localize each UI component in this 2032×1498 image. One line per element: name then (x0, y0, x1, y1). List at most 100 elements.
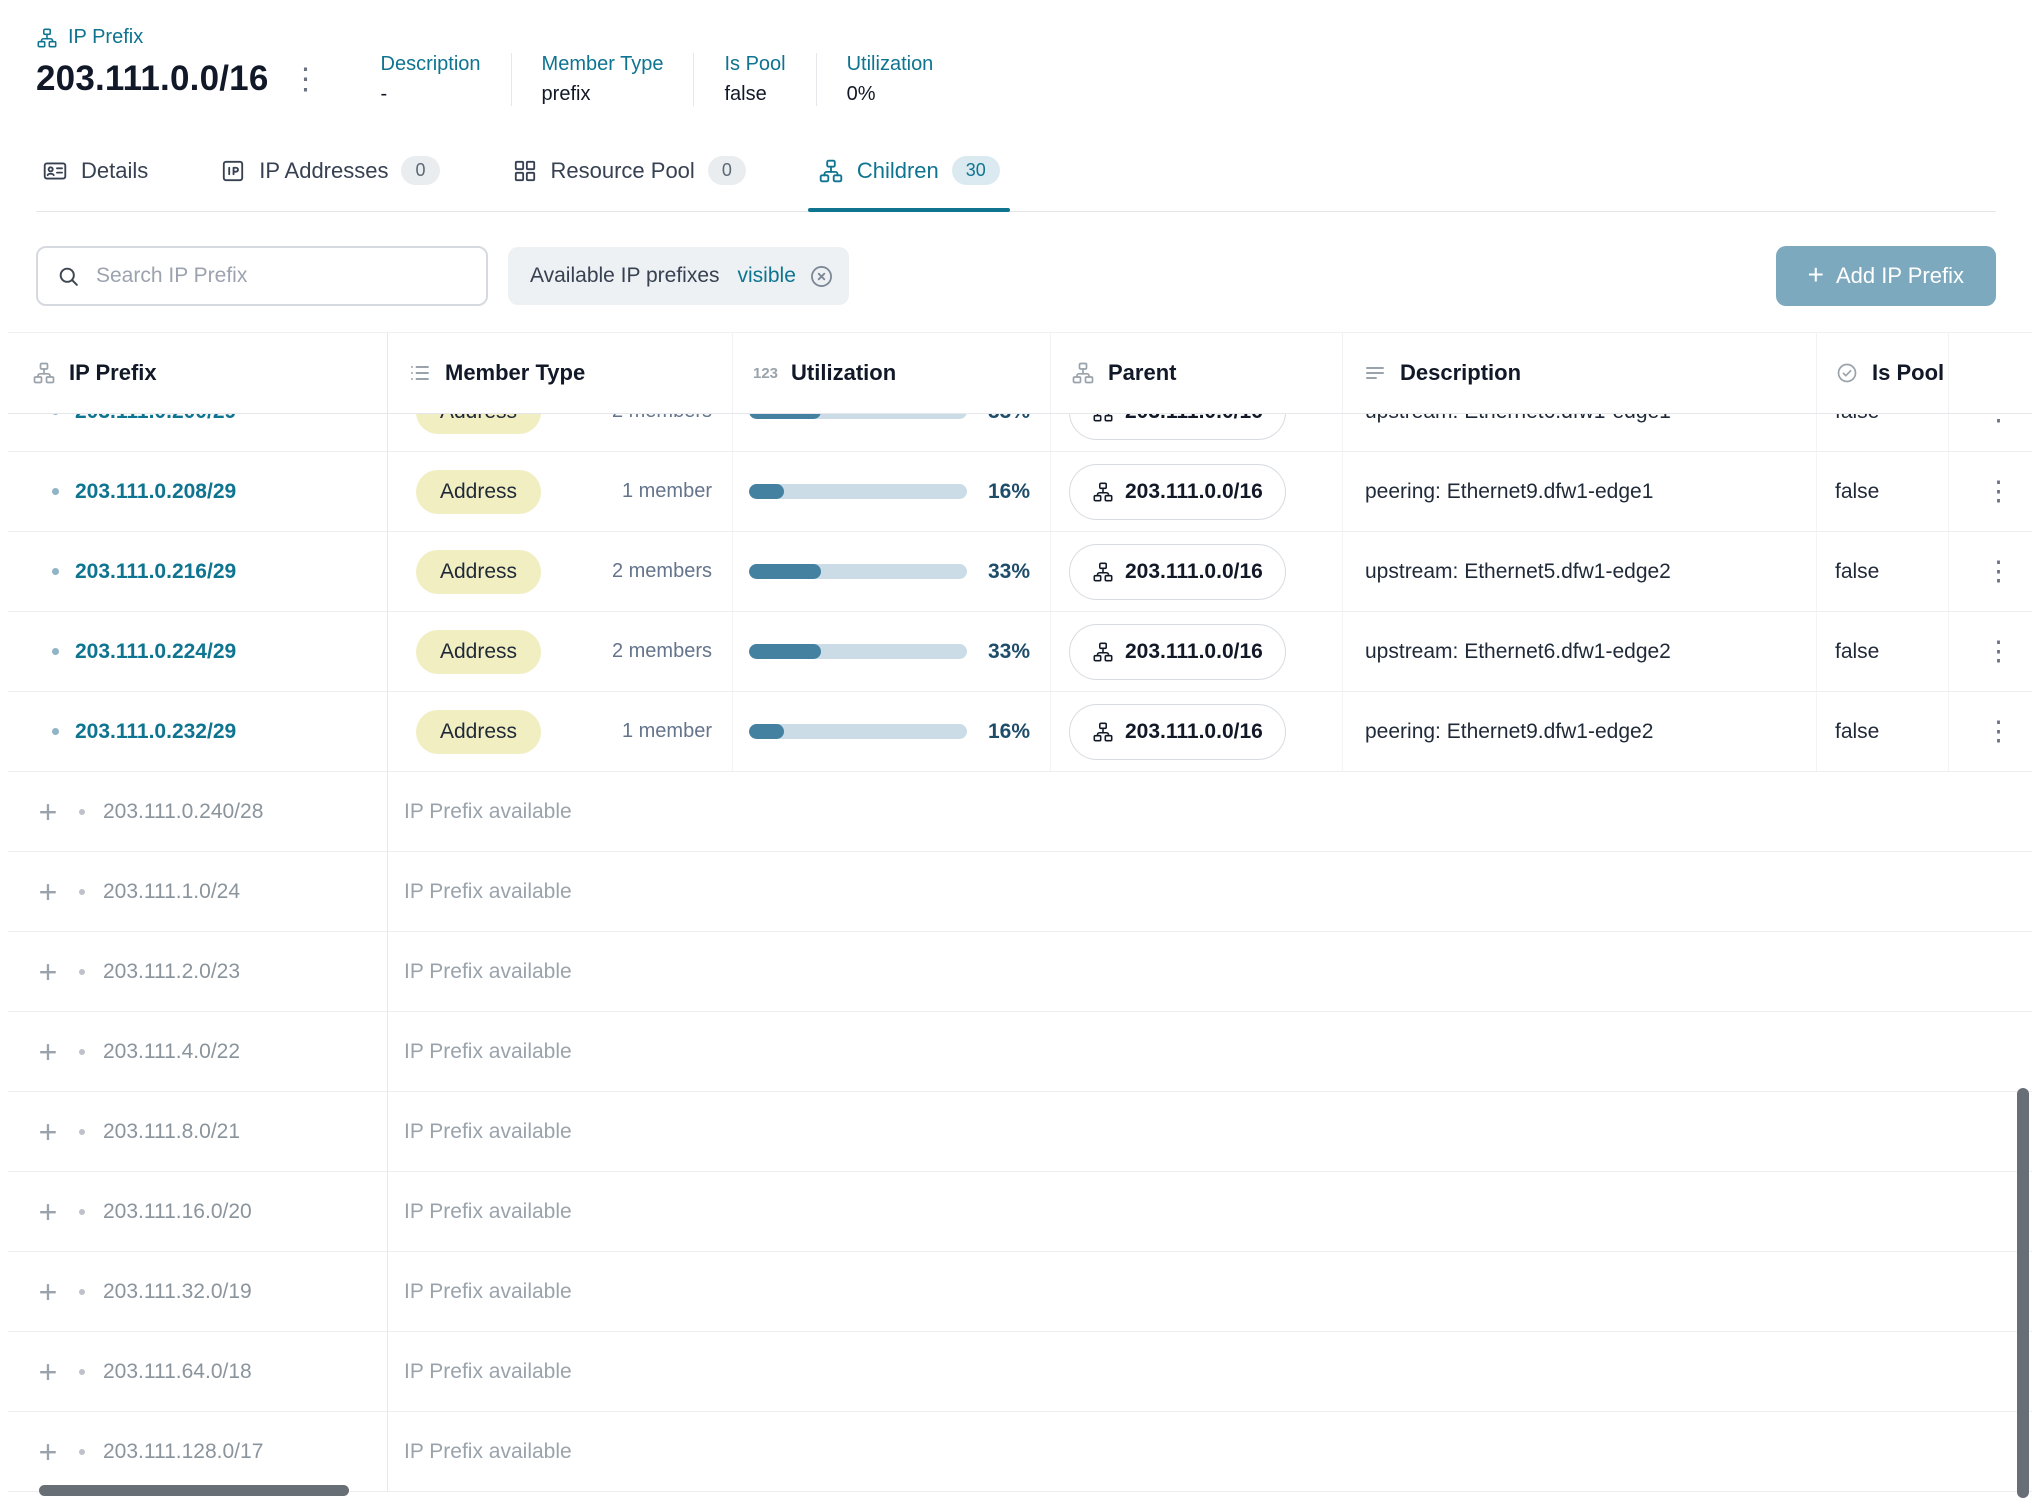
column-label: Is Pool (1872, 360, 1944, 386)
expand-plus-icon[interactable]: + (35, 1436, 61, 1468)
expand-plus-icon[interactable]: + (35, 1116, 61, 1148)
prefix-link[interactable]: 203.111.0.208/29 (75, 480, 236, 504)
tab-children[interactable]: Children 30 (814, 136, 1004, 211)
column-header-ip-prefix[interactable]: IP Prefix (8, 333, 388, 413)
add-ip-prefix-button[interactable]: + Add IP Prefix (1776, 246, 1996, 306)
ip-prefix-cell: 203.111.0.200/29 (8, 414, 388, 451)
column-header-description[interactable]: Description (1343, 333, 1817, 413)
parent-chip[interactable]: 203.111.0.0/16 (1069, 464, 1286, 520)
prefix-link[interactable]: 203.111.0.200/29 (75, 414, 236, 424)
utilization-bar (749, 644, 967, 659)
parent-link: 203.111.0.0/16 (1125, 640, 1263, 664)
search-box[interactable] (36, 246, 488, 306)
row-bullet (52, 648, 59, 655)
column-header-member-type[interactable]: Member Type (388, 333, 733, 413)
expand-plus-icon[interactable]: + (35, 1196, 61, 1228)
table-row: 203.111.0.208/29 Address 1 member 16% 20… (8, 452, 2032, 532)
column-header-is-pool[interactable]: Is Pool (1817, 333, 1949, 413)
tab-ip-addresses[interactable]: IP Addresses 0 (216, 136, 443, 211)
row-menu-button[interactable]: ⋮ (1979, 414, 2018, 431)
row-bullet (79, 969, 85, 975)
expand-plus-icon[interactable]: + (35, 796, 61, 828)
tab-count-badge: 0 (401, 156, 439, 185)
description-cell: peering: Ethernet9.dfw1-edge1 (1343, 452, 1817, 531)
is-pool-cell: false (1817, 692, 1949, 771)
available-label: IP Prefix available (404, 1040, 572, 1064)
available-label-cell: IP Prefix available (388, 932, 2032, 1011)
utilization-cell: 16% (733, 452, 1051, 531)
row-menu-button[interactable]: ⋮ (1979, 712, 2018, 751)
title-menu-button[interactable]: ⋮ (291, 65, 321, 95)
expand-plus-icon[interactable]: + (35, 1276, 61, 1308)
available-prefix: 203.111.2.0/23 (103, 960, 240, 984)
expand-plus-icon[interactable]: + (35, 1356, 61, 1388)
search-input[interactable] (94, 263, 468, 289)
expand-plus-icon[interactable]: + (35, 1036, 61, 1068)
utilization-bar-fill (749, 564, 821, 579)
row-menu-button[interactable]: ⋮ (1979, 632, 2018, 671)
ip-prefix-cell: + 203.111.16.0/20 (8, 1172, 388, 1251)
table-row: 203.111.0.200/29 Address 2 members 33% 2… (8, 414, 2032, 452)
available-prefix-row: + 203.111.4.0/22 IP Prefix available (8, 1012, 2032, 1092)
parent-chip[interactable]: 203.111.0.0/16 (1069, 414, 1286, 440)
available-prefix-row: + 203.111.8.0/21 IP Prefix available (8, 1092, 2032, 1172)
ip-prefix-cell: + 203.111.128.0/17 (8, 1412, 388, 1491)
row-bullet (52, 568, 59, 575)
filter-value: visible (738, 264, 796, 288)
is-pool-cell: false (1817, 612, 1949, 691)
utilization-cell: 16% (733, 692, 1051, 771)
tab-details[interactable]: Details (38, 136, 152, 211)
is-pool-cell: false (1817, 414, 1949, 451)
column-header-utilization[interactable]: 123 Utilization (733, 333, 1051, 413)
meta-utilization: Utilization 0% (816, 53, 964, 106)
available-label: IP Prefix available (404, 960, 572, 984)
meta-value: 0% (847, 83, 934, 106)
available-label: IP Prefix available (404, 880, 572, 904)
remove-filter-button[interactable] (808, 263, 835, 290)
expand-plus-icon[interactable]: + (35, 956, 61, 988)
vertical-scrollbar-thumb[interactable] (2017, 1088, 2029, 1498)
details-icon (42, 158, 68, 184)
expand-plus-icon[interactable]: + (35, 876, 61, 908)
column-header-parent[interactable]: Parent (1051, 333, 1343, 413)
parent-chip[interactable]: 203.111.0.0/16 (1069, 704, 1286, 760)
row-menu-button[interactable]: ⋮ (1979, 552, 2018, 591)
member-type-cell: Address 1 member (388, 452, 733, 531)
title-row: 203.111.0.0/16 ⋮ Description - Member Ty… (36, 59, 1996, 106)
meta-value: false (724, 83, 785, 106)
ip-prefix-cell: + 203.111.4.0/22 (8, 1012, 388, 1091)
available-label-cell: IP Prefix available (388, 1412, 2032, 1491)
actions-cell: ⋮ (1949, 532, 2032, 611)
prefix-link[interactable]: 203.111.0.216/29 (75, 560, 236, 584)
meta-description: Description - (351, 53, 511, 106)
parent-chip[interactable]: 203.111.0.0/16 (1069, 624, 1286, 680)
member-type-cell: Address 2 members (388, 612, 733, 691)
parent-chip[interactable]: 203.111.0.0/16 (1069, 544, 1286, 600)
parent-link: 203.111.0.0/16 (1125, 480, 1263, 504)
number-123-icon: 123 (753, 365, 778, 382)
plus-icon: + (1808, 261, 1824, 289)
prefix-link[interactable]: 203.111.0.224/29 (75, 640, 236, 664)
available-label: IP Prefix available (404, 1360, 572, 1384)
ip-prefix-cell: + 203.111.2.0/23 (8, 932, 388, 1011)
ip-prefix-cell: 203.111.0.232/29 (8, 692, 388, 771)
parent-cell: 203.111.0.0/16 (1051, 612, 1343, 691)
is-pool-value: false (1835, 720, 1879, 744)
tab-resource-pool[interactable]: Resource Pool 0 (508, 136, 750, 211)
description-text: peering: Ethernet9.dfw1-edge2 (1365, 720, 1653, 744)
ip-prefix-cell: + 203.111.0.240/28 (8, 772, 388, 851)
is-pool-value: false (1835, 560, 1879, 584)
utilization-bar-fill (749, 484, 784, 499)
row-menu-button[interactable]: ⋮ (1979, 472, 2018, 511)
utilization-bar (749, 724, 967, 739)
prefix-link[interactable]: 203.111.0.232/29 (75, 720, 236, 744)
available-label-cell: IP Prefix available (388, 1172, 2032, 1251)
meta-member-type: Member Type prefix (511, 53, 694, 106)
children-table: IP Prefix Member Type 123 Utilization Pa… (8, 332, 2032, 1492)
utilization-value: 16% (988, 720, 1030, 744)
actions-cell: ⋮ (1949, 452, 2032, 531)
table-body: 203.111.0.200/29 Address 2 members 33% 2… (8, 414, 2032, 1492)
horizontal-scrollbar-thumb[interactable] (39, 1485, 349, 1496)
row-bullet (52, 414, 59, 415)
breadcrumb[interactable]: IP Prefix (36, 26, 1996, 49)
